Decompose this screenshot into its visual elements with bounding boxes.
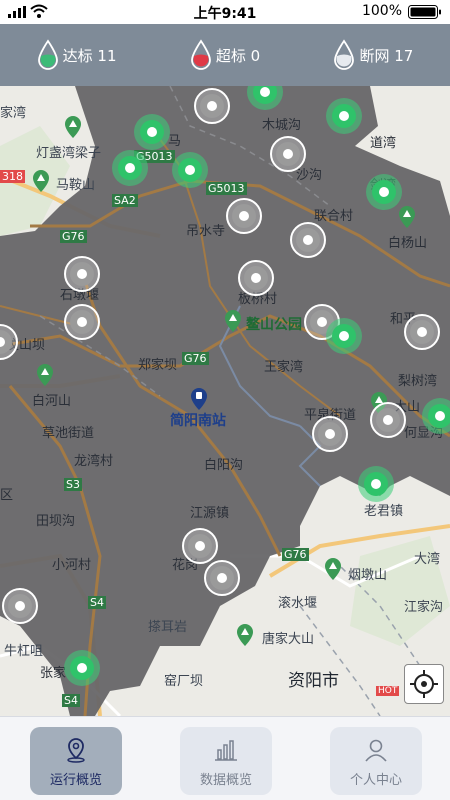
ok-station-marker[interactable] (326, 318, 362, 354)
map-place-label: 区 (0, 488, 14, 503)
offline-station-marker[interactable] (290, 222, 326, 258)
map-place-label: 木城沟 (262, 118, 302, 133)
map-road-label: S3 (64, 478, 82, 491)
ok-station-marker[interactable] (366, 174, 402, 210)
map-road-label: 318 (0, 170, 25, 183)
map-place-label: 白河山 (32, 394, 72, 409)
map-place-label: 联合村 (314, 209, 354, 224)
map-place-label: 老君镇 (364, 504, 404, 519)
map-road-label: S4 (62, 694, 80, 707)
legend-offline[interactable]: 断网 17 (333, 39, 413, 71)
map-place-label: 牛杠咀 (4, 644, 44, 659)
map-place-label: 唐家大山 (262, 632, 315, 647)
legend-offline-label: 断网 17 (359, 46, 414, 65)
map-place-label: 马鞍山 (56, 178, 96, 193)
tab-profile[interactable]: 个人中心 (330, 727, 422, 795)
map-place-label: 家湾 (0, 106, 27, 121)
offline-station-marker[interactable] (238, 260, 274, 296)
map-poi-icon (33, 170, 49, 192)
ok-station-marker[interactable] (358, 466, 394, 502)
map-place-label: 大湾 (414, 552, 441, 567)
tab-data[interactable]: 数据概览 (180, 727, 272, 795)
map-road-label: SA2 (112, 194, 138, 207)
map-place-label: 小河村 (52, 558, 92, 573)
legend-ok[interactable]: 达标 11 (37, 39, 117, 71)
tab-profile-label: 个人中心 (349, 773, 402, 788)
crosshair-icon (410, 670, 438, 698)
map-place-label: 吊水寺 (186, 224, 226, 239)
map-road-label: G76 (282, 548, 309, 561)
offline-station-marker[interactable] (64, 256, 100, 292)
battery-percent: 100% (361, 3, 402, 19)
tab-overview[interactable]: 运行概览 (30, 727, 122, 795)
map-place-label: 江源镇 (190, 506, 230, 521)
map-poi-icon (65, 116, 81, 138)
map-place-label: 龙湾村 (74, 454, 114, 469)
map-place-label: 滚水堰 (278, 596, 318, 611)
offline-station-marker[interactable] (312, 416, 348, 452)
map-place-label: 道湾 (370, 136, 397, 151)
offline-station-marker[interactable] (194, 88, 230, 124)
map-place-label: 窑厂坝 (164, 674, 204, 689)
map-place-label: 白杨山 (388, 236, 428, 251)
map-poi-icon (325, 558, 341, 580)
map-place-label: 梨树湾 (398, 374, 438, 389)
map-place-label: 资阳市 (288, 671, 339, 691)
bar-chart-icon (215, 740, 237, 761)
ok-station-marker[interactable] (172, 152, 208, 188)
legend-exceed[interactable]: 超标 0 (190, 39, 260, 71)
map-place-label: 搽耳岩 (148, 620, 188, 635)
map-road-label: G5013 (206, 182, 247, 195)
ok-station-marker[interactable] (112, 150, 148, 186)
map-road-label: G76 (182, 352, 209, 365)
offline-station-marker[interactable] (182, 528, 218, 564)
ok-station-marker[interactable] (134, 114, 170, 150)
status-bar: 上午9:41 100% (0, 0, 450, 24)
offline-station-marker[interactable] (64, 304, 100, 340)
map-place-label: 简阳南站 (170, 413, 226, 429)
offline-station-marker[interactable] (270, 136, 306, 172)
ok-station-marker[interactable] (326, 98, 362, 134)
map-road-label: HOT (376, 686, 400, 696)
ok-station-marker[interactable] (422, 398, 450, 434)
map-place-label: 江家沟 (404, 600, 444, 615)
offline-station-marker[interactable] (2, 588, 38, 624)
map-place-label: 草池街道 (42, 426, 95, 441)
bottom-tab-bar: 运行概览 数据概览 个人中心 (0, 716, 450, 800)
battery-icon (408, 5, 441, 19)
map-poi-icon (399, 206, 415, 228)
train-station-icon (191, 388, 207, 410)
tab-data-label: 数据概览 (199, 773, 252, 788)
map-place-label: 郑家坝 (138, 358, 178, 373)
user-icon (365, 739, 387, 762)
map-poi-icon (237, 624, 253, 646)
offline-station-marker[interactable] (226, 198, 262, 234)
map-place-label: 鳌山公园 (246, 317, 302, 333)
status-legend-bar: 达标 11 超标 0 断网 17 (0, 24, 450, 86)
water-drop-white-icon (334, 39, 355, 70)
map-pin-icon (67, 738, 85, 763)
map-poi-icon (37, 364, 53, 386)
map-road-label: G76 (60, 230, 87, 243)
map-place-label: 灯盏湾梁子 (36, 146, 102, 161)
water-drop-red-icon (190, 39, 211, 70)
map-place-label: 白阳沟 (204, 458, 244, 473)
map-place-label: 田坝沟 (36, 514, 76, 529)
map-place-label: 烟墩山 (348, 568, 388, 583)
offline-station-marker[interactable] (370, 402, 406, 438)
ok-station-marker[interactable] (64, 650, 100, 686)
locate-button[interactable] (404, 664, 444, 704)
legend-exceed-label: 超标 0 (215, 46, 261, 65)
map-poi-icon (225, 310, 241, 332)
legend-ok-label: 达标 11 (62, 46, 117, 65)
offline-station-marker[interactable] (404, 314, 440, 350)
tab-overview-label: 运行概览 (49, 773, 102, 788)
map-view[interactable]: 家湾 灯盏湾梁子 马鞍山 马 木城沟 沙沟 道湾 剑湾 联合村 白杨山 吊水寺 … (0, 86, 450, 716)
water-drop-green-icon (37, 39, 58, 70)
map-place-label: 王家湾 (264, 360, 304, 375)
offline-station-marker[interactable] (204, 560, 240, 596)
map-place-label: 张家 (40, 666, 67, 681)
map-road-label: S4 (88, 596, 106, 609)
